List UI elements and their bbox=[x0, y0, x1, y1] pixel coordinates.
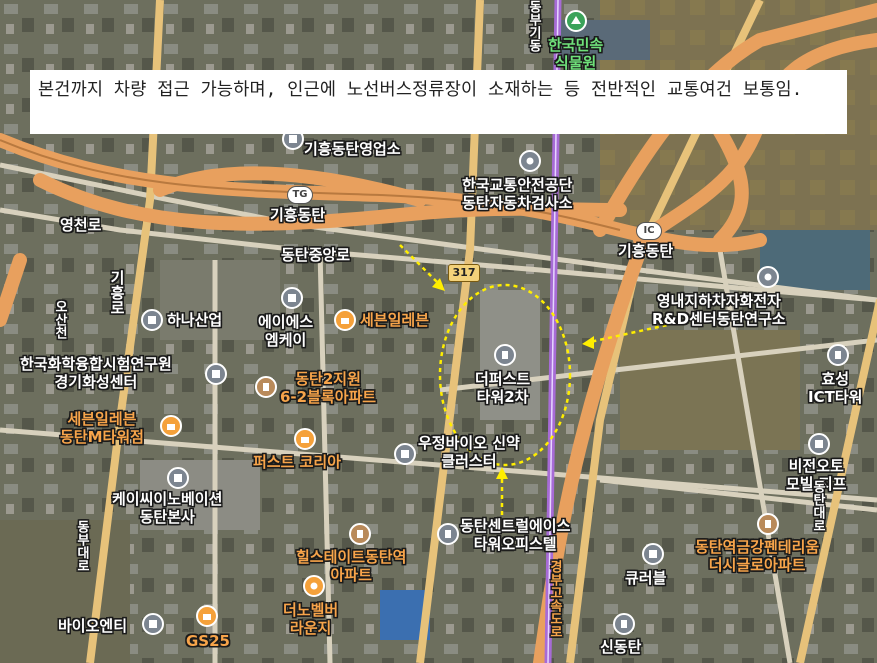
label-dongtan-dae-ro: 동탄대로 bbox=[810, 480, 825, 532]
label-folk-botanical-garden[interactable]: 한국민속 식물원 bbox=[548, 36, 603, 72]
car-inspection-icon[interactable] bbox=[519, 150, 541, 172]
info-note-text: 본건까지 차량 접근 가능하며, 인근에 노선버스정류장이 소재하는 등 전반적… bbox=[38, 80, 803, 100]
geumgang-apartment-icon[interactable] bbox=[757, 513, 779, 535]
vision-auto-icon[interactable] bbox=[808, 433, 830, 455]
gs25-icon[interactable] bbox=[196, 605, 218, 627]
convenience-store-icon-2[interactable] bbox=[160, 415, 182, 437]
label-hana[interactable]: 하나산업 bbox=[167, 311, 222, 329]
label-geumgang[interactable]: 동탄역금강펜테리움 더시글로아파트 bbox=[695, 538, 819, 574]
bio-enti-icon[interactable] bbox=[142, 613, 164, 635]
label-bio-enti[interactable]: 바이오엔티 bbox=[58, 617, 127, 635]
label-yeongcheon-ro: 영천로 bbox=[60, 216, 102, 234]
cafe-icon[interactable] bbox=[303, 575, 325, 597]
botanical-garden-icon[interactable] bbox=[565, 10, 587, 32]
label-sindongtan[interactable]: 신동탄 bbox=[600, 638, 641, 656]
label-woojung-bio[interactable]: 우정바이오 신약 클러스터 bbox=[418, 434, 520, 470]
convenience-store-icon[interactable] bbox=[334, 309, 356, 331]
label-the-first-tower[interactable]: 더퍼스트 타워2차 bbox=[475, 370, 530, 406]
ic-junction-marker: IC bbox=[636, 222, 662, 240]
label-giheung-office[interactable]: 기흥동탄영업소 bbox=[304, 140, 401, 158]
label-dongtan-central[interactable]: 동탄센트럴에이스 타워오피스텔 bbox=[460, 517, 570, 553]
label-giheung-ro: 기흥로 bbox=[108, 270, 126, 315]
shop-icon[interactable] bbox=[294, 428, 316, 450]
label-gyeongbu-expressway: 경부고속도로 bbox=[547, 560, 562, 638]
cure-icon[interactable] bbox=[642, 543, 664, 565]
label-cure[interactable]: 큐러블 bbox=[625, 569, 666, 587]
label-osan-stream: 오산천 bbox=[52, 300, 67, 339]
hyosung-tower-icon[interactable] bbox=[827, 344, 849, 366]
label-hyosung[interactable]: 효성 ICT타워 bbox=[808, 370, 862, 406]
label-kcinno[interactable]: 케이씨이노베이션 동탄본사 bbox=[112, 490, 222, 526]
label-samsung-rnd[interactable]: 영내지하차자화전자 R&D센터동탄연구소 bbox=[652, 292, 786, 328]
apartment-icon[interactable] bbox=[255, 376, 277, 398]
officetel-icon[interactable] bbox=[437, 523, 459, 545]
route-shield-317: 317 bbox=[448, 264, 480, 282]
hillstate-apartment-icon[interactable] bbox=[349, 523, 371, 545]
label-giheung-dongtan-ic[interactable]: 기흥동탄 bbox=[618, 242, 673, 260]
info-note-box: 본건까지 차량 접근 가능하며, 인근에 노선버스정류장이 소재하는 등 전반적… bbox=[30, 70, 847, 134]
sindongtan-icon[interactable] bbox=[613, 613, 635, 635]
label-ames[interactable]: 에이에스 엠케이 bbox=[258, 313, 313, 349]
label-gs25[interactable]: GS25 bbox=[186, 632, 230, 650]
label-dongtan-jungang-ro: 동탄중앙로 bbox=[281, 246, 351, 264]
label-seven-eleven-m[interactable]: 세븐일레븐 동탄M타워점 bbox=[60, 410, 144, 446]
label-dongbu-ilgi: 동부기동 bbox=[526, 0, 541, 52]
ames-building-icon[interactable] bbox=[281, 287, 303, 309]
research-institute-icon[interactable] bbox=[205, 363, 227, 385]
bio-cluster-icon[interactable] bbox=[394, 443, 416, 465]
label-dongtan2-apartment[interactable]: 동탄2지원 6-2블록아파트 bbox=[280, 370, 376, 406]
label-traffic-safety[interactable]: 한국교통안전공단 동탄자동차검사소 bbox=[462, 176, 572, 212]
label-giheung-dongtan-tg[interactable]: 기흥동탄 bbox=[270, 206, 325, 224]
hana-building-icon[interactable] bbox=[141, 309, 163, 331]
kcinno-icon[interactable] bbox=[167, 467, 189, 489]
label-first-korea[interactable]: 퍼스트 코리아 bbox=[253, 453, 341, 471]
label-korea-chem[interactable]: 한국화학융합시험연구원 경기화성센터 bbox=[20, 355, 172, 391]
the-first-tower-icon[interactable] bbox=[494, 344, 516, 366]
tg-junction-marker: TG bbox=[287, 186, 313, 204]
label-seven-eleven[interactable]: 세븐일레븐 bbox=[360, 311, 429, 329]
label-the-nobel-lounge[interactable]: 더노벨버 라운지 bbox=[283, 601, 338, 637]
map-view[interactable]: 본건까지 차량 접근 가능하며, 인근에 노선버스정류장이 소재하는 등 전반적… bbox=[0, 0, 877, 663]
label-dongbu-dae-ro: 동부대로 bbox=[74, 520, 89, 572]
samsung-rnd-icon[interactable] bbox=[757, 266, 779, 288]
